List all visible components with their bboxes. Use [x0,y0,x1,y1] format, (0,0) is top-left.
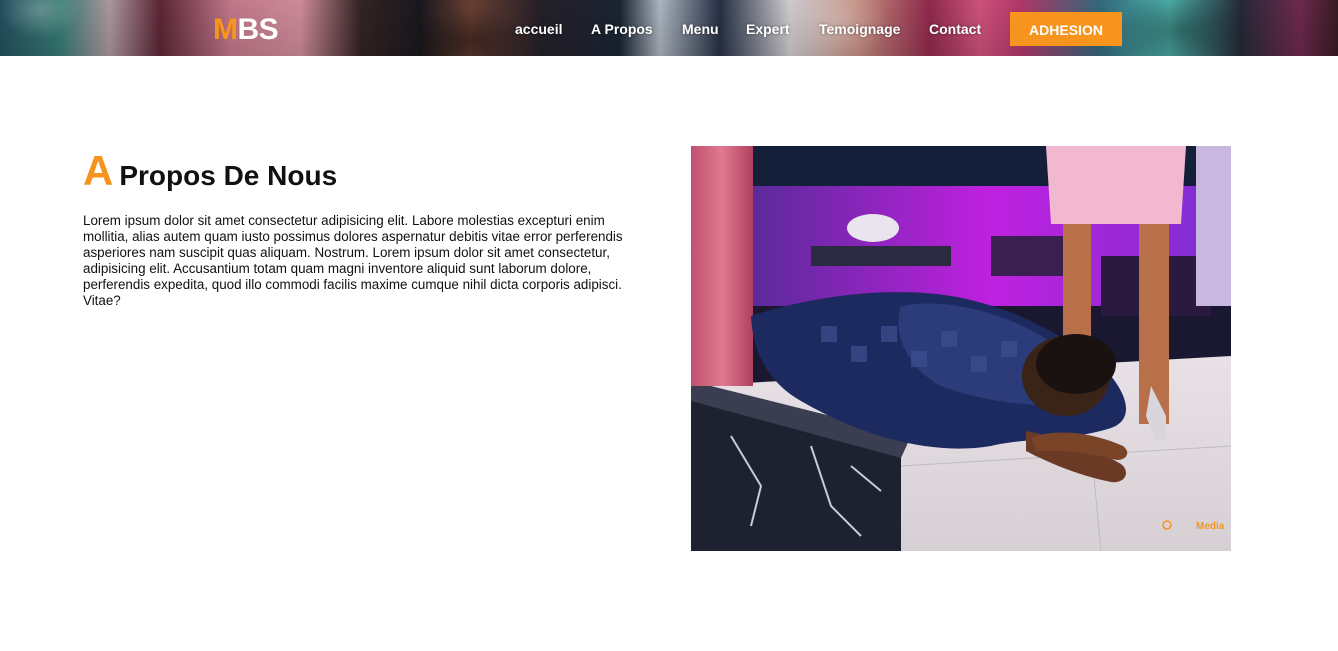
nav-link-contact[interactable]: Contact [929,20,981,38]
about-photo: Media [691,146,1231,551]
main-nav: accueil A Propos Menu Expert Temoignage … [0,20,1338,40]
photo-illustration: Media [691,146,1231,551]
nav-link-accueil[interactable]: accueil [515,20,562,38]
nav-link-menu[interactable]: Menu [682,20,719,38]
about-title: A Propos De Nous [83,150,337,197]
adhesion-button[interactable]: ADHESION [1010,12,1122,46]
about-title-text: Propos De Nous [119,160,338,191]
about-title-accent: A [83,147,114,194]
nav-link-temoignage[interactable]: Temoignage [819,20,900,38]
photo-watermark: Media [1196,521,1225,532]
nav-link-a-propos[interactable]: A Propos [591,20,653,38]
about-paragraph: Lorem ipsum dolor sit amet consectetur a… [83,213,623,308]
nav-link-expert[interactable]: Expert [746,20,790,38]
site-header: MBS accueil A Propos Menu Expert Temoign… [0,0,1338,56]
